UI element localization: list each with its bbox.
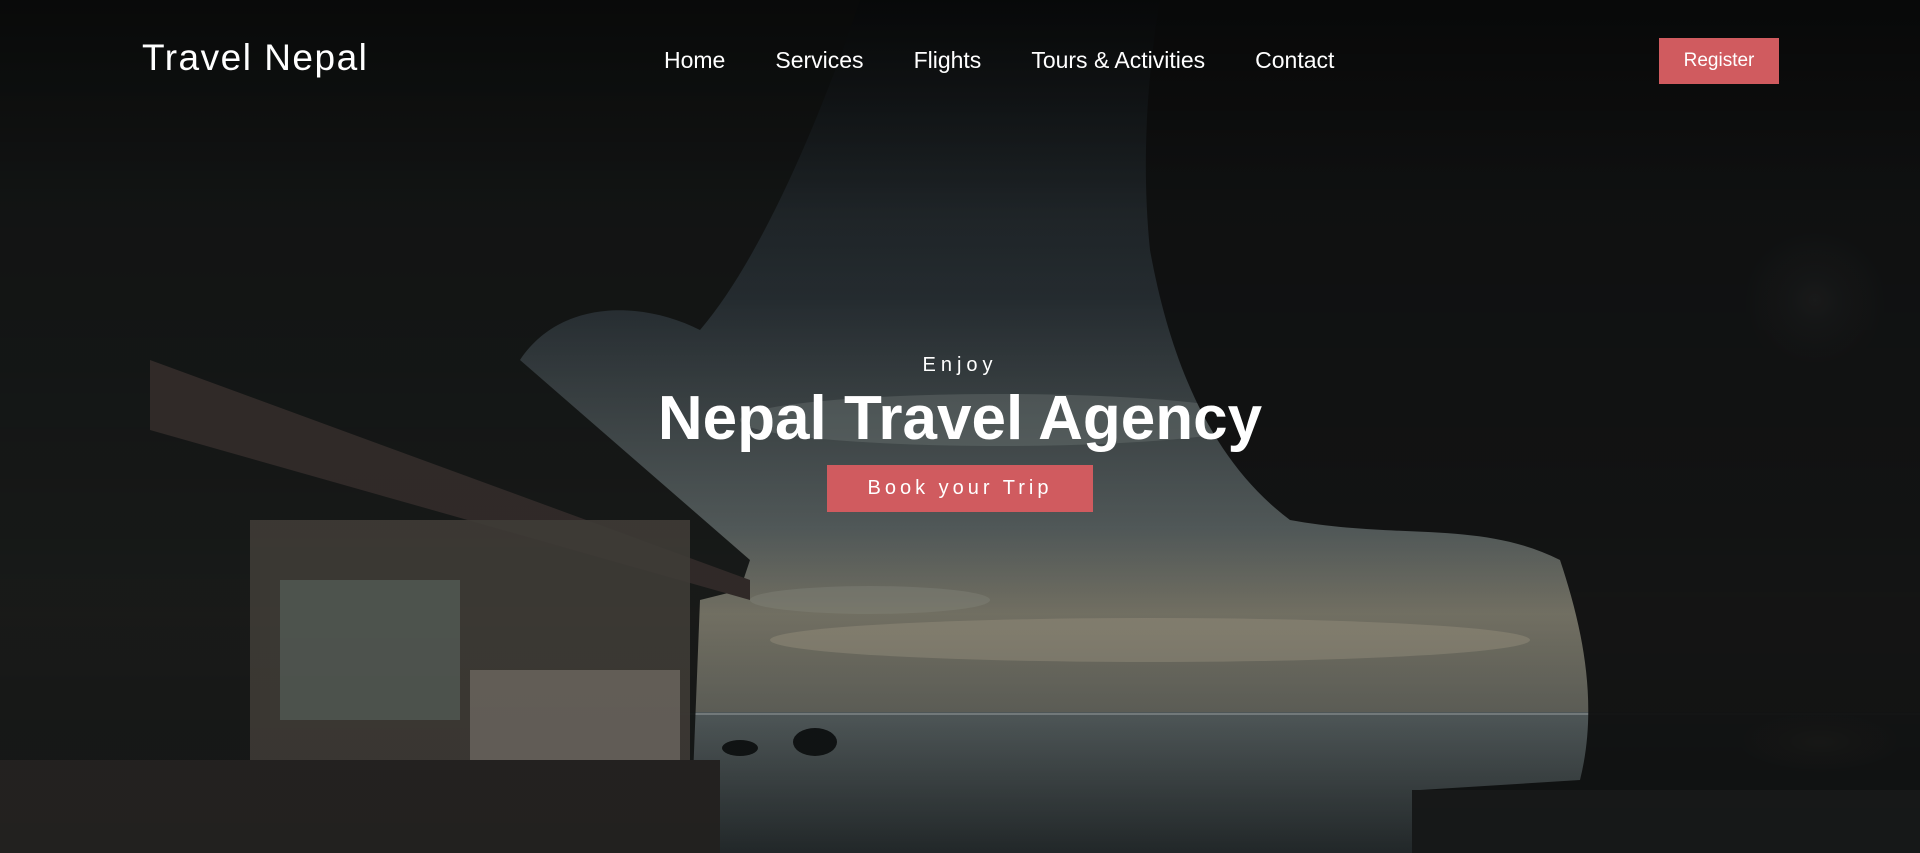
nav-link-home[interactable]: Home [664,47,725,74]
nav-link-flights[interactable]: Flights [914,47,982,74]
top-navbar: Travel Nepal Home Services Flights Tours… [0,0,1920,124]
hero-section: Travel Nepal Home Services Flights Tours… [0,0,1920,853]
nav-item-contact: Contact [1255,47,1384,74]
nav-item-home: Home [664,47,775,74]
hero-title: Nepal Travel Agency [657,384,1263,453]
nav-menu: Home Services Flights Tours & Activities… [664,47,1384,74]
nav-link-contact[interactable]: Contact [1255,47,1334,74]
hero-content: Enjoy Nepal Travel Agency Book your Trip [0,354,1920,512]
nav-item-services: Services [775,47,913,74]
nav-link-tours-activities[interactable]: Tours & Activities [1031,47,1205,74]
brand-logo-link[interactable]: Travel Nepal [142,37,368,79]
nav-item-flights: Flights [914,47,1032,74]
nav-link-services[interactable]: Services [775,47,863,74]
nav-item-tours: Tours & Activities [1031,47,1255,74]
hero-kicker: Enjoy [922,354,998,376]
register-button[interactable]: Register [1659,38,1779,84]
book-trip-button[interactable]: Book your Trip [827,465,1093,512]
